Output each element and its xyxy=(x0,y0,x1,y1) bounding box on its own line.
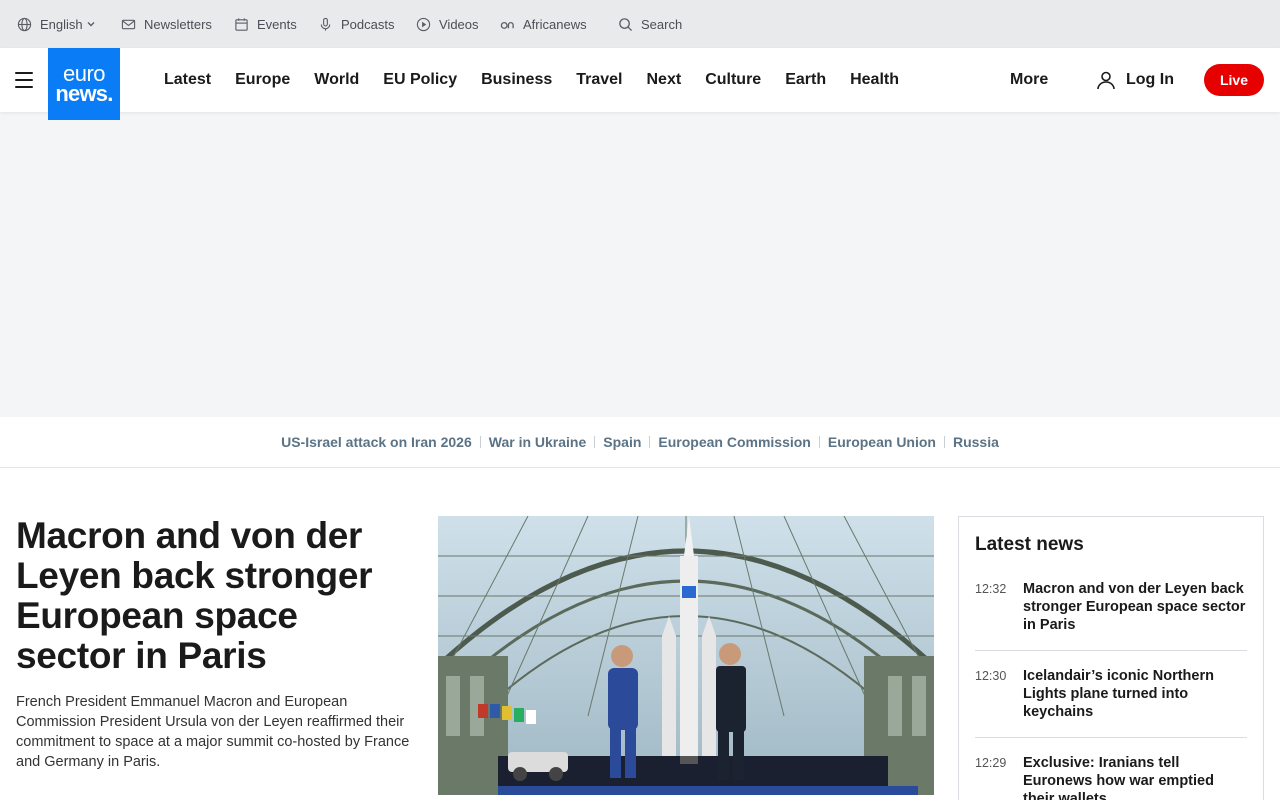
nav-more-button[interactable]: More xyxy=(1010,48,1048,112)
login-label: Log In xyxy=(1126,71,1174,88)
nav-link-eu-policy[interactable]: EU Policy xyxy=(371,71,469,89)
nav-link-travel[interactable]: Travel xyxy=(564,71,634,89)
topic-link[interactable]: European Union xyxy=(820,434,944,450)
language-selector[interactable]: English xyxy=(17,0,96,48)
search-icon xyxy=(619,17,633,31)
latest-news-item[interactable]: 12:30 Icelandair’s iconic Northern Light… xyxy=(975,667,1247,721)
topics-bar: US-Israel attack on Iran 2026 War in Ukr… xyxy=(0,417,1280,468)
lead-article-headline[interactable]: Macron and von der Leyen back stronger E… xyxy=(16,516,416,676)
latest-news-headline[interactable]: Macron and von der Leyen back stronger E… xyxy=(1023,580,1247,634)
latest-news-time: 12:32 xyxy=(975,582,1007,596)
latest-news-headline[interactable]: Icelandair’s iconic Northern Lights plan… xyxy=(1023,667,1247,721)
podcasts-label: Podcasts xyxy=(341,16,395,32)
live-button[interactable]: Live xyxy=(1204,64,1264,96)
newsletters-label: Newsletters xyxy=(144,16,212,32)
podcasts-link[interactable]: Podcasts xyxy=(318,0,394,48)
topic-link[interactable]: War in Ukraine xyxy=(481,434,595,450)
nav-link-world[interactable]: World xyxy=(302,71,371,89)
lead-article-image[interactable] xyxy=(438,516,934,795)
latest-news-panel: Latest news 12:32 Macron and von der Ley… xyxy=(958,516,1264,800)
nav-link-europe[interactable]: Europe xyxy=(223,71,302,89)
latest-news-divider xyxy=(975,737,1247,738)
nav-link-culture[interactable]: Culture xyxy=(693,71,773,89)
events-label: Events xyxy=(257,16,297,32)
calendar-icon xyxy=(235,17,248,31)
topic-link[interactable]: US-Israel attack on Iran 2026 xyxy=(273,434,480,450)
hero-photo-illustration xyxy=(438,516,934,795)
videos-label: Videos xyxy=(439,16,479,32)
topic-link[interactable]: Russia xyxy=(945,434,1007,450)
africanews-icon xyxy=(500,21,514,29)
nav-link-earth[interactable]: Earth xyxy=(773,71,838,89)
africanews-label: Africanews xyxy=(523,16,587,32)
globe-icon xyxy=(17,17,32,31)
lead-article-summary: French President Emmanuel Macron and Eur… xyxy=(16,694,410,770)
videos-link[interactable]: Videos xyxy=(416,0,479,48)
euronews-logo[interactable]: euro news. xyxy=(48,48,120,120)
hamburger-menu-icon[interactable] xyxy=(15,72,33,88)
nav-link-business[interactable]: Business xyxy=(469,71,564,89)
africanews-link[interactable]: Africanews xyxy=(500,0,587,48)
ad-placeholder xyxy=(0,112,1280,417)
user-icon xyxy=(1097,71,1115,90)
latest-news-divider xyxy=(975,650,1247,651)
latest-news-item[interactable]: 12:29 Exclusive: Iranians tell Euronews … xyxy=(975,754,1247,800)
topic-link[interactable]: Spain xyxy=(595,434,649,450)
envelope-icon xyxy=(121,19,136,29)
main-nav: euro news. Latest Europe World EU Policy… xyxy=(0,48,1280,120)
events-link[interactable]: Events xyxy=(234,0,297,48)
language-label: English xyxy=(40,16,83,32)
latest-news-time: 12:29 xyxy=(975,756,1007,770)
nav-link-latest[interactable]: Latest xyxy=(152,71,223,89)
latest-news-item[interactable]: 12:32 Macron and von der Leyen back stro… xyxy=(975,580,1247,634)
latest-news-title: Latest news xyxy=(975,534,1084,555)
topic-link[interactable]: European Commission xyxy=(650,434,818,450)
newsletters-link[interactable]: Newsletters xyxy=(121,0,212,48)
chevron-down-icon xyxy=(87,22,95,27)
login-button[interactable]: Log In xyxy=(1096,48,1174,112)
play-circle-icon xyxy=(416,17,431,31)
nav-links: Latest Europe World EU Policy Business T… xyxy=(152,48,911,112)
utility-bar: English Newsletters Events Podcasts Vide… xyxy=(0,0,1280,48)
latest-news-headline[interactable]: Exclusive: Iranians tell Euronews how wa… xyxy=(1023,754,1247,800)
nav-link-health[interactable]: Health xyxy=(838,71,911,89)
nav-link-next[interactable]: Next xyxy=(635,71,694,89)
search-link[interactable]: Search xyxy=(618,0,682,48)
logo-text-bottom: news. xyxy=(55,81,113,106)
microphone-icon xyxy=(320,17,331,31)
latest-news-time: 12:30 xyxy=(975,669,1007,683)
search-label: Search xyxy=(641,16,683,32)
